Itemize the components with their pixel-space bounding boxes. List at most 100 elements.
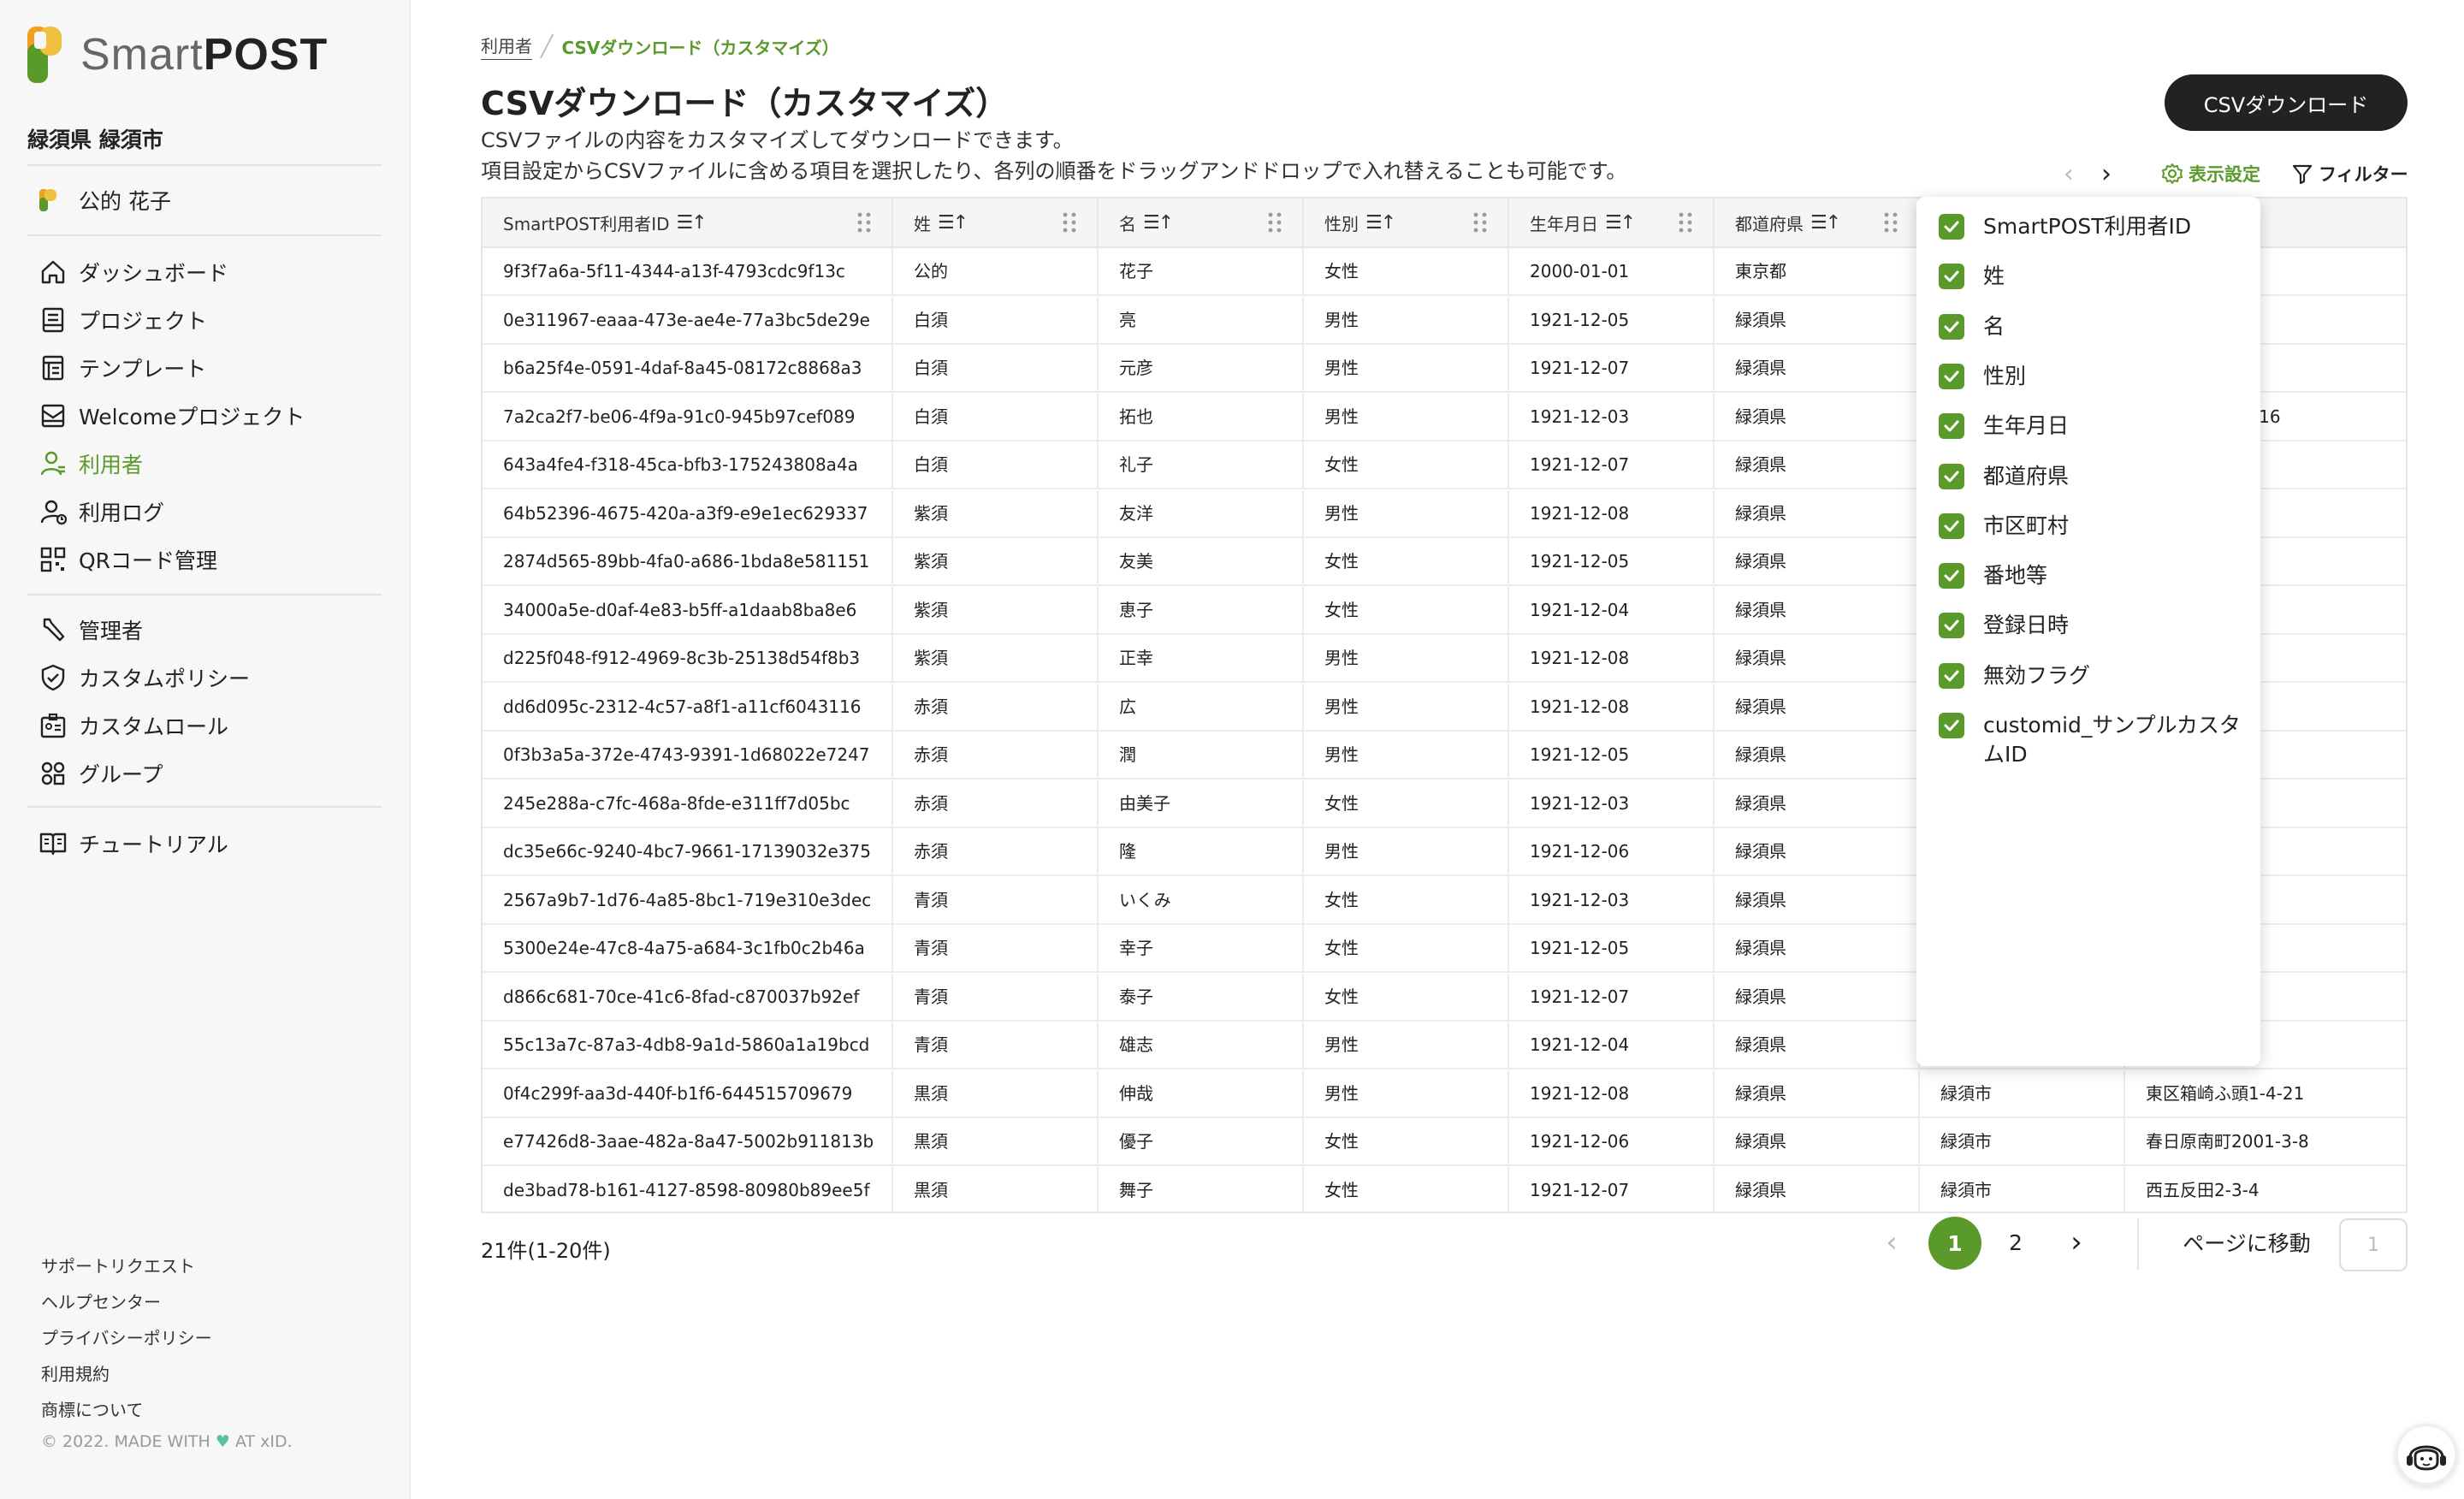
cell-prefecture: 緑須県 xyxy=(1715,1022,1920,1069)
checkbox[interactable] xyxy=(1939,713,1964,738)
csv-download-button[interactable]: CSVダウンロード xyxy=(2165,74,2408,131)
cell-gender: 男性 xyxy=(1304,683,1509,732)
sidebar-item-template[interactable]: テンプレート xyxy=(38,351,206,385)
trademark-link[interactable]: 商標について xyxy=(41,1396,143,1421)
divider xyxy=(27,806,382,808)
sidebar-item-users[interactable]: 利用者 xyxy=(38,447,143,481)
checkbox[interactable] xyxy=(1939,264,1964,290)
goto-page-input[interactable]: 1 xyxy=(2339,1218,2408,1271)
sidebar-item-admins[interactable]: 管理者 xyxy=(38,613,143,647)
checkbox[interactable] xyxy=(1939,413,1964,440)
sort-icon[interactable]: ☰↑ xyxy=(1143,212,1174,234)
sidebar-item-welcome-project[interactable]: Welcomeプロジェクト xyxy=(38,399,305,433)
checkbox[interactable] xyxy=(1939,214,1964,240)
scroll-left-button[interactable]: ‹ xyxy=(2064,159,2074,189)
cell-gender: 女性 xyxy=(1304,876,1509,925)
cell-first-name: 隆 xyxy=(1099,828,1304,876)
page-button-1[interactable]: 1 xyxy=(1928,1217,1981,1270)
sidebar-item-project[interactable]: プロジェクト xyxy=(38,303,207,337)
cell-first-name: 広 xyxy=(1099,683,1304,732)
column-option[interactable]: 市区町村 xyxy=(1939,512,2247,541)
sidebar-item-usage-log[interactable]: 利用ログ xyxy=(38,495,164,529)
column-option[interactable]: 登録日時 xyxy=(1939,611,2247,640)
cell-gender: 男性 xyxy=(1304,296,1509,345)
cell-first-name: 礼子 xyxy=(1099,441,1304,489)
smartpost-logo[interactable]: SmartPOST xyxy=(27,26,328,84)
checkbox[interactable] xyxy=(1939,463,1964,489)
cell-last-name: 白須 xyxy=(893,345,1099,393)
display-settings-button[interactable]: 表示設定 xyxy=(2161,159,2260,188)
page-button-2[interactable]: 2 xyxy=(1999,1217,2033,1268)
header-gender[interactable]: 性別 ☰↑ xyxy=(1304,198,1509,246)
help-center-link[interactable]: ヘルプセンター xyxy=(41,1289,161,1313)
sort-icon[interactable]: ☰↑ xyxy=(1810,212,1841,234)
sidebar-item-dashboard[interactable]: ダッシュボード xyxy=(38,255,228,289)
table-row: 0f4c299f-aa3d-440f-b1f6-644515709679 黒須 伸哉… xyxy=(483,1069,2406,1118)
sidebar-item-custom-role[interactable]: カスタムロール xyxy=(38,708,228,743)
cell-city: 緑須市 xyxy=(1920,1166,2125,1212)
sidebar-item-qr-code[interactable]: QRコード管理 xyxy=(38,542,217,577)
column-option[interactable]: 姓 xyxy=(1939,262,2247,291)
cell-last-name: 青須 xyxy=(893,876,1099,925)
sort-icon[interactable]: ☰↑ xyxy=(1365,212,1396,234)
header-prefecture[interactable]: 都道府県 ☰↑ xyxy=(1715,198,1920,246)
breadcrumb-parent[interactable]: 利用者 xyxy=(481,33,532,60)
next-page-button[interactable]: › xyxy=(2064,1217,2089,1268)
checkbox[interactable] xyxy=(1939,513,1964,539)
header-label: 姓 xyxy=(914,213,931,234)
column-option[interactable]: 番地等 xyxy=(1939,561,2247,590)
column-option[interactable]: 都道府県 xyxy=(1939,462,2247,491)
column-option[interactable]: customid_サンプルカスタムID xyxy=(1939,711,2247,769)
cell-birthdate: 1921-12-07 xyxy=(1509,1166,1715,1212)
logo-text: SmartPOST xyxy=(80,30,329,80)
cell-city: 緑須市 xyxy=(1920,1118,2125,1166)
chevron-right-icon: › xyxy=(2070,1225,2082,1259)
book-icon xyxy=(39,832,67,856)
scroll-right-button[interactable]: › xyxy=(2101,159,2112,189)
page-description-line1: CSVファイルの内容をカスタマイズしてダウンロードできます。 xyxy=(481,128,1074,152)
filter-button[interactable]: フィルター xyxy=(2291,159,2408,188)
header-first-name[interactable]: 名 ☰↑ xyxy=(1099,198,1304,246)
column-option[interactable]: SmartPOST利用者ID xyxy=(1939,212,2247,241)
sidebar-item-group[interactable]: グループ xyxy=(38,756,163,791)
column-settings-popup: SmartPOST利用者ID 姓名性別生年月日都道府県市区町村番地等登録日時無効フ… xyxy=(1916,197,2260,1066)
checkbox[interactable] xyxy=(1939,313,1964,340)
cell-birthdate: 1921-12-06 xyxy=(1509,828,1715,876)
terms-link[interactable]: 利用規約 xyxy=(41,1360,110,1385)
column-option[interactable]: 名 xyxy=(1939,312,2247,341)
support-request-link[interactable]: サポートリクエスト xyxy=(41,1253,195,1277)
drag-handle-icon[interactable] xyxy=(1882,211,1899,234)
chat-support-button[interactable] xyxy=(2396,1424,2457,1485)
sidebar-item-tutorial[interactable]: チュートリアル xyxy=(38,827,228,861)
page-description-line2: 項目設定からCSVファイルに含める項目を選択したり、各列の順番をドラッグアンドド… xyxy=(481,159,1627,183)
checkbox[interactable] xyxy=(1939,563,1964,590)
header-user-id[interactable]: SmartPOST利用者ID ☰↑ xyxy=(483,198,893,246)
column-option[interactable]: 生年月日 xyxy=(1939,412,2247,441)
checkbox[interactable] xyxy=(1939,662,1964,689)
column-option[interactable]: 無効フラグ xyxy=(1939,661,2247,690)
checkbox[interactable] xyxy=(1939,613,1964,639)
user-menu[interactable]: 公的 花子 xyxy=(38,185,171,216)
sort-icon[interactable]: ☰↑ xyxy=(1605,212,1636,234)
check-icon xyxy=(1944,619,1959,631)
drag-handle-icon[interactable] xyxy=(1677,211,1694,234)
qr-icon xyxy=(40,547,66,572)
drag-handle-icon[interactable] xyxy=(856,211,873,234)
header-birthdate[interactable]: 生年月日 ☰↑ xyxy=(1509,198,1715,246)
cell-first-name: 友洋 xyxy=(1099,489,1304,538)
drag-handle-icon[interactable] xyxy=(1472,211,1489,234)
cell-last-name: 黒須 xyxy=(893,1118,1099,1166)
prev-page-button[interactable]: ‹ xyxy=(1879,1217,1904,1268)
sidebar-item-custom-policy[interactable]: カスタムポリシー xyxy=(38,661,250,695)
sort-icon[interactable]: ☰↑ xyxy=(677,212,708,234)
drag-handle-icon[interactable] xyxy=(1266,211,1283,234)
cell-city: 緑須市 xyxy=(1920,1069,2125,1118)
chevron-left-icon: ‹ xyxy=(1886,1225,1898,1259)
cell-birthdate: 1921-12-03 xyxy=(1509,393,1715,441)
checkbox[interactable] xyxy=(1939,363,1964,389)
column-option[interactable]: 性別 xyxy=(1939,362,2247,391)
drag-handle-icon[interactable] xyxy=(1061,211,1078,234)
privacy-policy-link[interactable]: プライバシーポリシー xyxy=(41,1324,212,1349)
header-last-name[interactable]: 姓 ☰↑ xyxy=(893,198,1099,246)
sort-icon[interactable]: ☰↑ xyxy=(938,212,968,234)
